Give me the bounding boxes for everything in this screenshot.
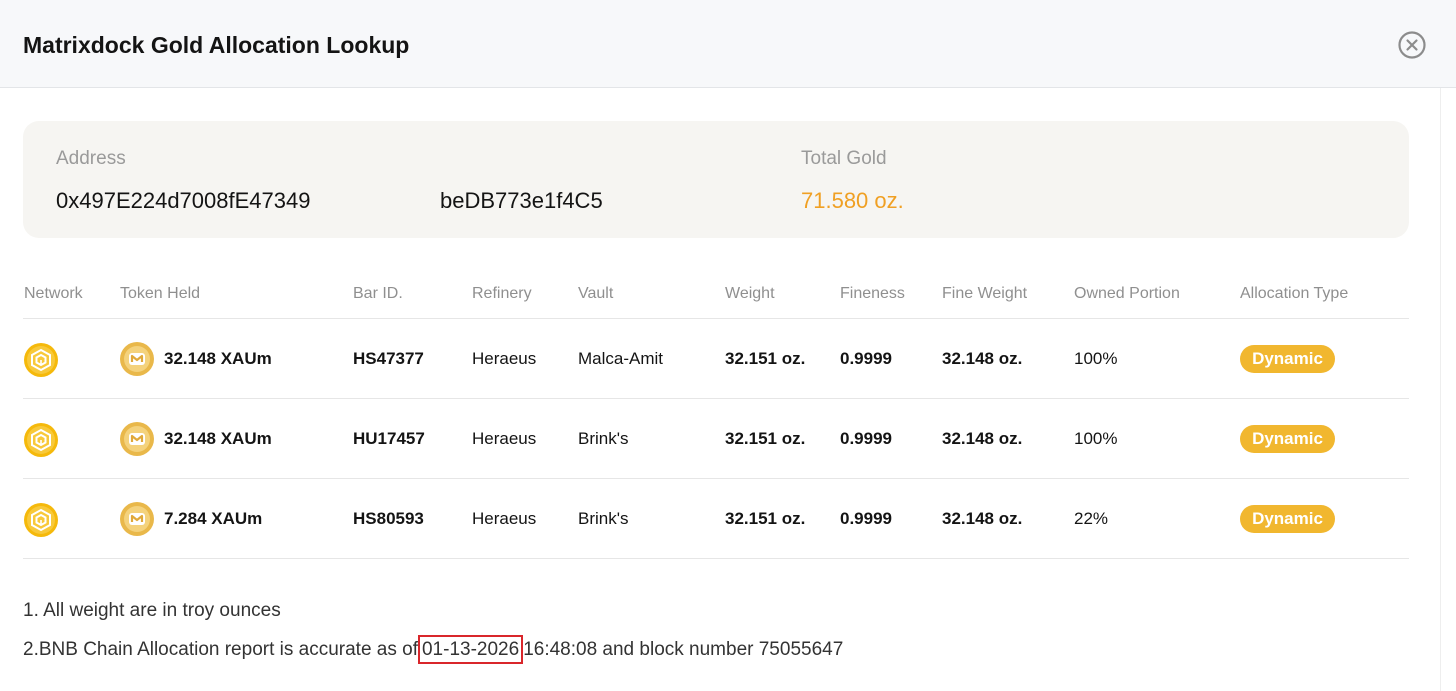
bnb-chain-icon bbox=[24, 503, 58, 537]
vault: Brink's bbox=[578, 509, 629, 528]
refinery: Heraeus bbox=[472, 349, 537, 368]
token-held: 32.148 XAUm bbox=[164, 349, 272, 368]
allocation-type-badge: Dynamic bbox=[1240, 505, 1335, 533]
fineness: 0.9999 bbox=[840, 509, 892, 528]
refinery: Heraeus bbox=[472, 429, 537, 448]
xaum-token-icon bbox=[120, 422, 154, 456]
col-fine-weight: Fine Weight bbox=[942, 285, 1028, 302]
col-network: Network bbox=[24, 285, 83, 302]
owned-portion: 22% bbox=[1074, 509, 1109, 528]
total-gold-value: 71.580 oz. bbox=[801, 188, 904, 213]
bar-id: HS80593 bbox=[353, 509, 424, 528]
refinery: Heraeus bbox=[472, 509, 537, 528]
table-row: 32.148 XAUm HS47377 Heraeus Malca-Amit 3… bbox=[23, 319, 1409, 399]
address-value-part2: beDB773e1f4C5 bbox=[440, 188, 603, 213]
scrollbar-track[interactable] bbox=[1440, 88, 1456, 691]
note-weights: 1. All weight are in troy ounces bbox=[23, 600, 281, 621]
fine-weight: 32.148 oz. bbox=[942, 349, 1023, 368]
summary-card: Address 0x497E224d7008fE47349 beDB773e1f… bbox=[23, 121, 1409, 238]
bnb-chain-icon bbox=[24, 423, 58, 457]
note-report-suffix: 16:48:08 and block number 75055647 bbox=[523, 639, 844, 660]
dialog-title: Matrixdock Gold Allocation Lookup bbox=[23, 32, 410, 58]
fine-weight: 32.148 oz. bbox=[942, 429, 1023, 448]
col-owned-portion: Owned Portion bbox=[1074, 285, 1180, 302]
col-weight: Weight bbox=[725, 285, 775, 302]
allocation-type-badge: Dynamic bbox=[1240, 425, 1335, 453]
address-label: Address bbox=[56, 148, 126, 169]
weight: 32.151 oz. bbox=[725, 349, 806, 368]
note-report: 2.BNB Chain Allocation report is accurat… bbox=[23, 635, 844, 664]
owned-portion: 100% bbox=[1074, 349, 1118, 368]
owned-portion: 100% bbox=[1074, 429, 1118, 448]
table-row: 7.284 XAUm HS80593 Heraeus Brink's 32.15… bbox=[23, 479, 1409, 559]
col-vault: Vault bbox=[578, 285, 614, 302]
address-value-part1: 0x497E224d7008fE47349 bbox=[56, 188, 311, 213]
weight: 32.151 oz. bbox=[725, 429, 806, 448]
table-row: 32.148 XAUm HU17457 Heraeus Brink's 32.1… bbox=[23, 399, 1409, 479]
table-header: Network Token Held Bar ID. Refinery Vaul… bbox=[23, 285, 1409, 319]
col-bar-id: Bar ID. bbox=[353, 285, 403, 302]
dialog-header: Matrixdock Gold Allocation Lookup bbox=[0, 0, 1456, 88]
note-report-prefix: 2.BNB Chain Allocation report is accurat… bbox=[23, 639, 418, 660]
highlighted-date: 01-13-2026 bbox=[417, 635, 524, 664]
col-allocation-type: Allocation Type bbox=[1240, 285, 1349, 302]
bar-id: HS47377 bbox=[353, 349, 424, 368]
bar-id: HU17457 bbox=[353, 429, 425, 448]
close-icon[interactable] bbox=[1397, 30, 1427, 60]
fine-weight: 32.148 oz. bbox=[942, 509, 1023, 528]
fineness: 0.9999 bbox=[840, 429, 892, 448]
col-token-held: Token Held bbox=[120, 285, 201, 302]
bnb-chain-icon bbox=[24, 343, 58, 377]
xaum-token-icon bbox=[120, 342, 154, 376]
col-refinery: Refinery bbox=[472, 285, 532, 302]
token-held: 7.284 XAUm bbox=[164, 509, 263, 528]
total-gold-label: Total Gold bbox=[801, 148, 887, 169]
col-fineness: Fineness bbox=[840, 285, 905, 302]
fineness: 0.9999 bbox=[840, 349, 892, 368]
xaum-token-icon bbox=[120, 502, 154, 536]
vault: Brink's bbox=[578, 429, 629, 448]
vault: Malca-Amit bbox=[578, 349, 664, 368]
token-held: 32.148 XAUm bbox=[164, 429, 272, 448]
allocation-type-badge: Dynamic bbox=[1240, 345, 1335, 373]
weight: 32.151 oz. bbox=[725, 509, 806, 528]
